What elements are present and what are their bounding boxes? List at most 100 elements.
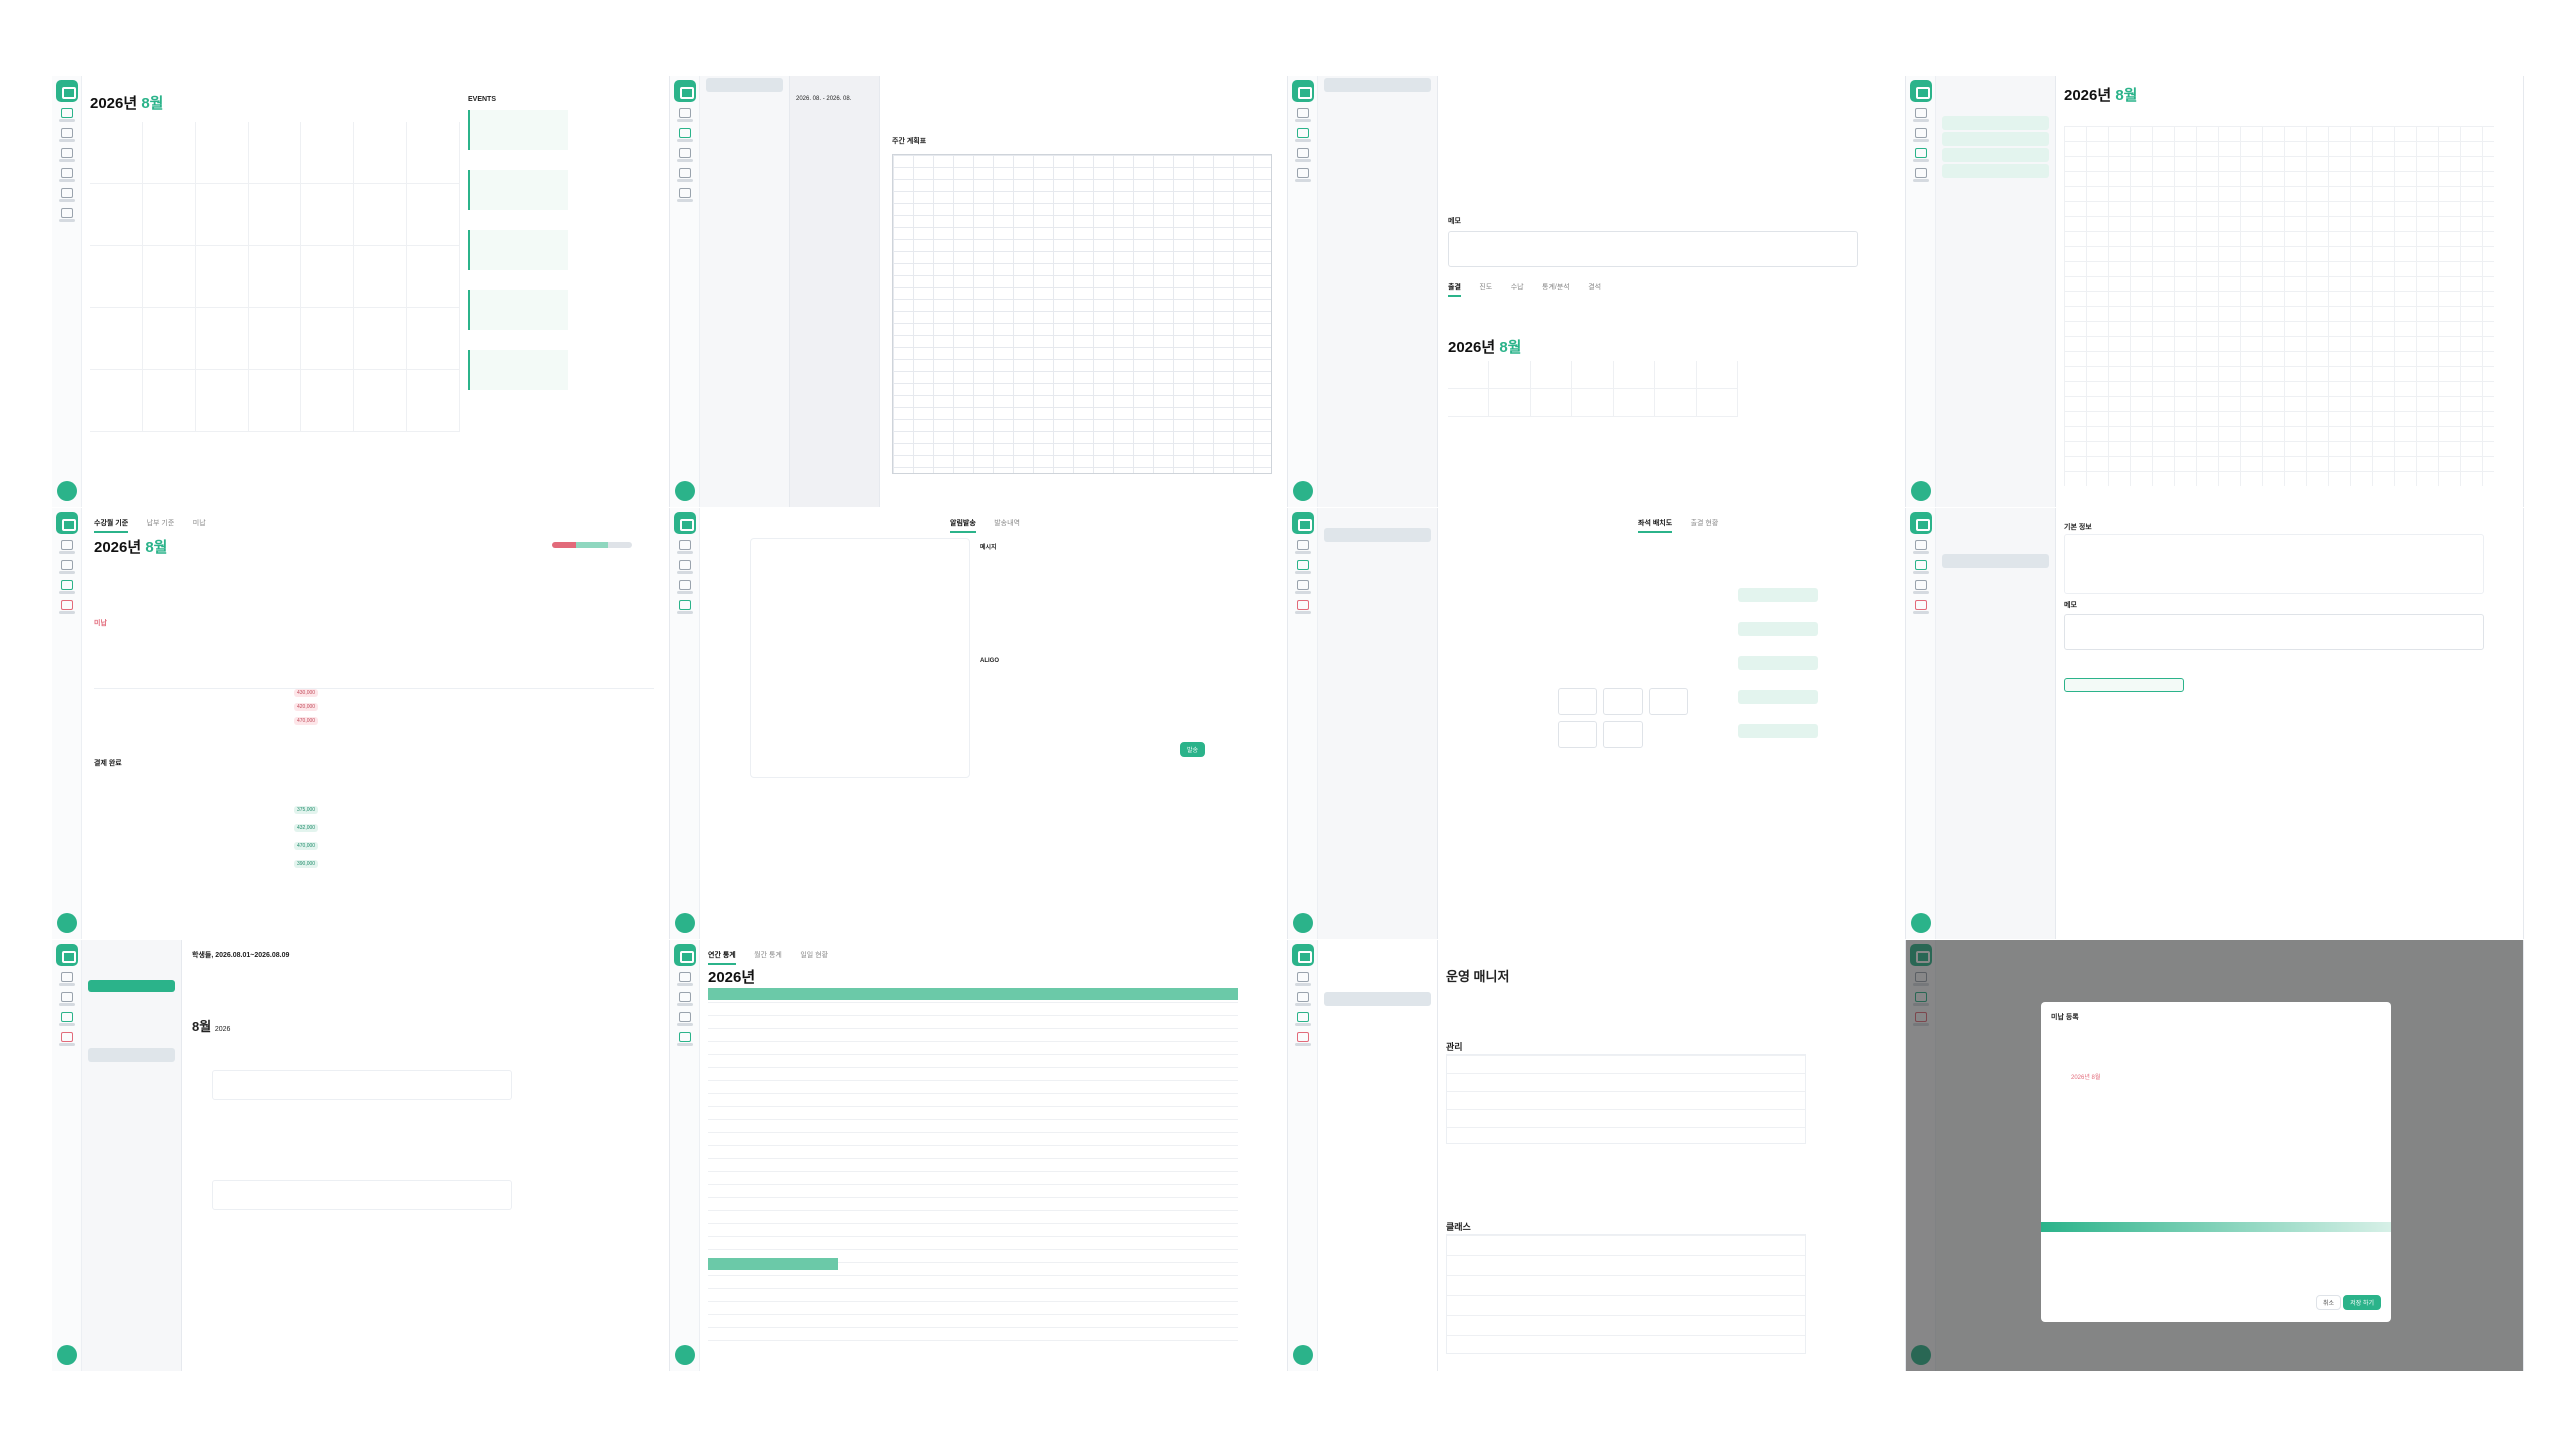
class-sidebar — [700, 76, 790, 507]
sidebar-item[interactable] — [706, 94, 783, 108]
seat-list[interactable] — [1738, 588, 1818, 738]
month-grid[interactable] — [90, 122, 460, 432]
sidebar-item[interactable] — [706, 126, 783, 140]
plan-grid[interactable] — [892, 154, 1272, 474]
tab-by-month[interactable]: 수강월 기준 — [94, 518, 129, 533]
algo-label: ALIGO — [980, 658, 999, 664]
profile-memo-box[interactable] — [2064, 614, 2484, 650]
manage-section-title: 관리 — [1446, 1042, 1463, 1052]
date-range[interactable]: 2026. 08. - 2026. 08. — [796, 96, 873, 102]
basic-info-box — [2064, 534, 2484, 594]
sidebar-item[interactable] — [706, 142, 783, 156]
message-icon[interactable] — [60, 168, 73, 178]
save-button[interactable]: 저장 하기 — [2343, 1295, 2381, 1310]
screenshot-grid: 2026년 8월 EVENTS 2026. 08. - 2026. 08. 주간… — [52, 76, 2524, 1371]
send-button[interactable]: 발송 — [1180, 742, 1206, 757]
nav-rail — [52, 76, 82, 507]
tuition-tabs: 수강월 기준 납부 기준 미납 — [94, 512, 220, 533]
basic-info-title: 기본 정보 — [2064, 524, 2092, 531]
memo-box[interactable] — [1448, 231, 1858, 267]
cancel-button[interactable]: 취소 — [2315, 1295, 2341, 1310]
mini-cal-title: 2026년 8월 — [1448, 339, 1522, 356]
panel-management: 운영 매니저 관리 클래스 — [1288, 940, 1906, 1371]
amount-badge: 420,000 — [294, 703, 319, 711]
timetable-grid[interactable] — [2064, 126, 2494, 486]
day-cell[interactable] — [90, 122, 143, 184]
stats-header-row — [708, 988, 1238, 1000]
tab-by-payment[interactable]: 납부 기준 — [147, 518, 175, 528]
panel-message: 알림발송 발송내역 메시지 ALIGO 발송 — [670, 508, 1288, 939]
tab-annual[interactable]: 연간 통계 — [708, 950, 736, 965]
log-entry[interactable] — [212, 1180, 512, 1210]
sidebar-item[interactable] — [706, 110, 783, 124]
tab-attendance[interactable]: 출결 — [1448, 282, 1461, 297]
panel-seating: 좌석 배치도 출결 현황 — [1288, 508, 1906, 939]
tab-seat-map[interactable]: 좌석 배치도 — [1638, 518, 1673, 533]
class-list[interactable] — [1446, 1234, 1806, 1354]
amount-badge: 390,000 — [294, 860, 319, 868]
page-title: 2026년 8월 — [90, 92, 164, 113]
tab-progress[interactable]: 진도 — [1479, 282, 1492, 292]
tab-send[interactable]: 알림발송 — [950, 518, 976, 533]
unpaid-section-title: 미납 — [94, 620, 107, 627]
panel-weekly-plan: 2026. 08. - 2026. 08. 주간 계획표 — [670, 76, 1288, 507]
manage-list[interactable] — [1446, 1054, 1806, 1144]
week-sidebar: 2026. 08. - 2026. 08. — [790, 76, 880, 507]
amount-badge: 432,000 — [294, 824, 319, 832]
paid-section-title: 결제 완료 — [94, 760, 122, 767]
log-sidebar — [82, 940, 182, 1371]
tab-attendance-status[interactable]: 출결 현황 — [1691, 518, 1719, 528]
tab-monthly[interactable]: 월간 통계 — [754, 950, 782, 960]
timetable-title: 2026년 8월 — [2064, 87, 2138, 104]
panel-timetable: 2026년 8월 — [1906, 76, 2524, 507]
seat-map[interactable] — [1558, 688, 1688, 748]
log-header: 학생들, 2026.08.01~2026.08.09 — [192, 952, 290, 959]
tuition-icon[interactable] — [60, 148, 73, 158]
stats-icon[interactable] — [60, 208, 73, 218]
log-entry[interactable] — [212, 1070, 512, 1100]
message-tabs: 알림발송 발송내역 — [950, 512, 1034, 533]
sidebar-item[interactable] — [706, 78, 783, 92]
calendar-icon[interactable] — [60, 108, 73, 118]
profile-memo-label: 메모 — [2064, 602, 2077, 609]
log-month: 8월 2026 — [192, 1019, 231, 1034]
memo-label: 메모 — [1448, 218, 1461, 225]
stats-subheader — [708, 1258, 838, 1270]
stats-table[interactable] — [708, 1002, 1238, 1342]
tab-stats[interactable]: 통계/분석 — [1542, 282, 1570, 292]
sidebar-item[interactable] — [706, 158, 783, 172]
avatar[interactable] — [57, 481, 77, 501]
panel-unpaid-modal: 미납 등록 2026년 8월 취소 저장 하기 — [1906, 940, 2524, 1371]
log-filter-button[interactable] — [88, 980, 175, 992]
tab-history[interactable]: 발송내역 — [994, 518, 1020, 528]
student-list-sidebar — [1936, 508, 2056, 939]
modal-alert-text: 2026년 8월 — [2071, 1075, 2101, 1081]
unpaid-modal: 미납 등록 2026년 8월 취소 저장 하기 — [2041, 1002, 2391, 1322]
progress-bar — [552, 542, 632, 548]
unpaid-table[interactable]: 430,000 420,000 470,000 — [94, 688, 654, 731]
class-section-title: 클래스 — [1446, 1222, 1471, 1232]
tab-absence[interactable]: 결석 — [1588, 282, 1601, 292]
panel-student-profile: 기본 정보 메모 — [1906, 508, 2524, 939]
amount-badge: 375,000 — [294, 806, 319, 814]
tab-daily[interactable]: 일일 현황 — [800, 950, 828, 960]
settings-sidebar — [1318, 940, 1438, 1371]
recipient-list[interactable] — [750, 538, 970, 778]
mini-calendar[interactable] — [1448, 361, 1738, 417]
panel-annual-stats: 연간 통계 월간 통계 일일 현황 2026년 — [670, 940, 1288, 1371]
tab-payment[interactable]: 수납 — [1511, 282, 1524, 292]
seat-icon[interactable] — [60, 188, 73, 198]
app-logo-icon[interactable] — [55, 80, 78, 102]
paid-table[interactable]: 375,000 432,000 470,000 390,000 — [94, 798, 654, 870]
modal-section-bar — [2041, 1222, 2391, 1232]
modal-title: 미납 등록 — [2051, 1014, 2079, 1021]
amount-badge: 470,000 — [294, 717, 319, 725]
plan-title: 주간 계획표 — [892, 138, 927, 145]
year-label: 2026년 — [90, 95, 138, 112]
amount-badge: 430,000 — [294, 689, 319, 697]
selected-record[interactable] — [2064, 678, 2184, 692]
students-icon[interactable] — [60, 128, 73, 138]
tab-unpaid[interactable]: 미납 — [193, 518, 206, 528]
student-sidebar — [1318, 76, 1438, 507]
preview-label: 메시지 — [980, 545, 997, 551]
